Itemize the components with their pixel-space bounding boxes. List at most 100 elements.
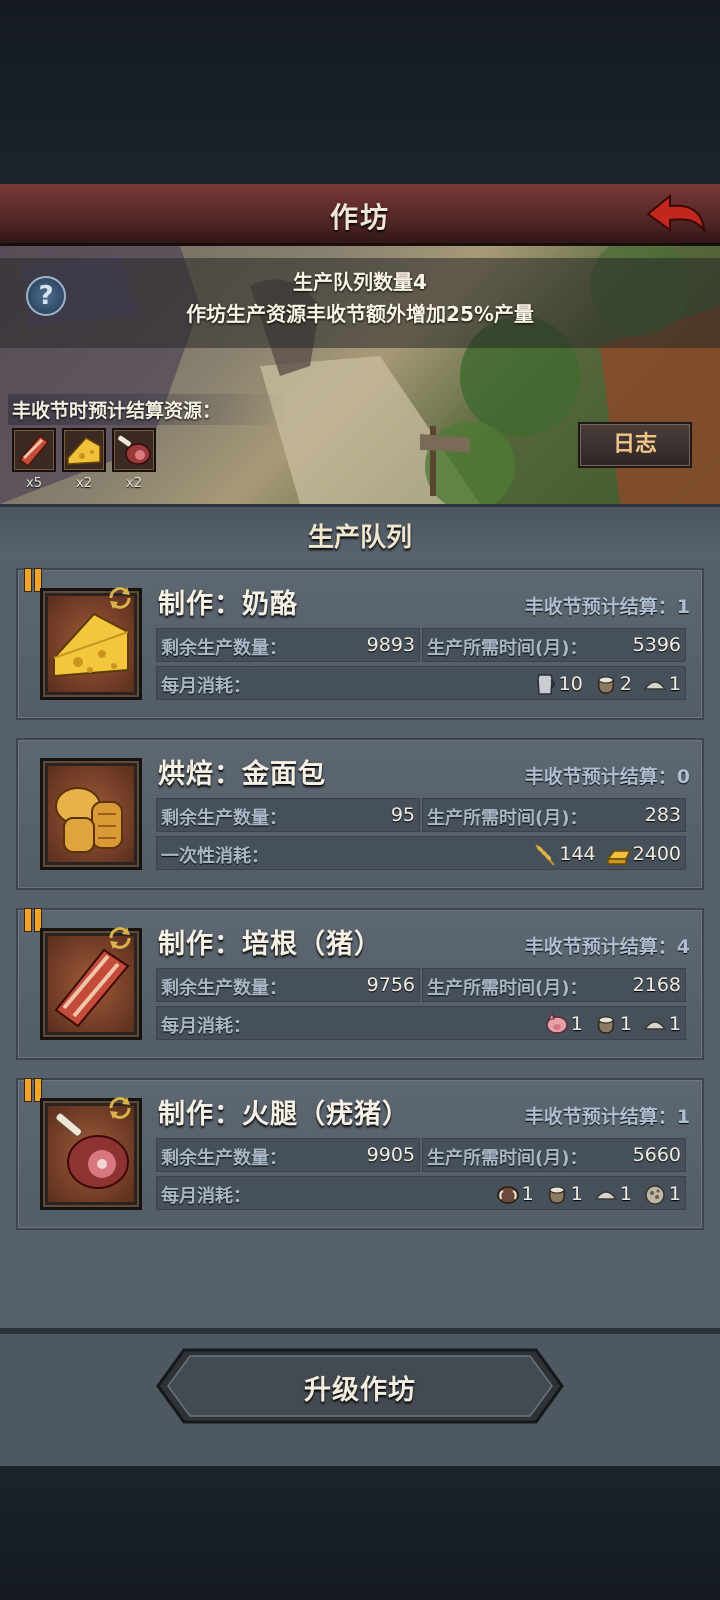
consume-spice: 1 [642, 1181, 681, 1207]
settle-count-ham: x2 [126, 476, 142, 491]
queue-header: 生产队列 [0, 504, 720, 558]
spice-pile-icon [645, 1185, 665, 1205]
consume-row: 每月消耗： 1 1 1 [156, 1006, 686, 1040]
consume-row: 每月消耗： 1 1 1 1 [156, 1176, 686, 1210]
cycle-icon [109, 1097, 131, 1119]
log-button[interactable]: 日志 [578, 422, 692, 468]
settle-count-bacon: x5 [26, 476, 42, 491]
bonus-text: 作坊生产资源丰收节额外增加25%产量 [186, 302, 534, 326]
ham-icon [118, 435, 151, 465]
settle-item-bacon[interactable] [12, 428, 56, 472]
remaining-label: 剩余生产数量： [161, 638, 287, 659]
time-label: 生产所需时间(月)： [427, 808, 588, 829]
gold-bar-icon [606, 850, 631, 865]
consume-row: 每月消耗： 10 2 1 [156, 666, 686, 700]
remaining-value: 95 [390, 804, 415, 826]
queue-card-bread[interactable]: 烘焙：金面包 丰收节预计结算：0 剩余生产数量： 95 生产所需时间(月)： 2… [16, 738, 704, 890]
settle-estimate: 丰收节预计结算：1 [524, 596, 690, 618]
consume-label: 一次性消耗： [161, 846, 269, 867]
workshop-scene: 生产队列数量4 作坊生产资源丰收节额外增加25%产量 ? 丰收节时预计结算资源：… [0, 246, 720, 504]
settle-estimate: 丰收节预计结算：1 [524, 1106, 690, 1128]
remaining-row: 剩余生产数量： 9893 [156, 628, 420, 662]
powder-pile-icon [594, 1191, 618, 1200]
remaining-label: 剩余生产数量： [161, 1148, 287, 1169]
remaining-value: 9893 [366, 634, 415, 656]
cycle-icon [109, 587, 131, 609]
consume-label: 每月消耗： [161, 676, 251, 697]
consume-list: 144 2400 [522, 840, 681, 868]
settle-resources-label: 丰收节时预计结算资源： [8, 394, 288, 425]
queue-card-bacon[interactable]: 制作：培根（猪） 丰收节预计结算：4 剩余生产数量： 9756 生产所需时间(月… [16, 908, 704, 1060]
settle-estimate: 丰收节预计结算：4 [524, 936, 690, 958]
wheat-icon [535, 844, 556, 866]
time-label: 生产所需时间(月)： [427, 978, 588, 999]
consume-warthog: 1 [495, 1181, 534, 1207]
back-button[interactable] [644, 190, 708, 238]
time-value: 2168 [632, 974, 681, 996]
consume-gold: 2400 [606, 841, 681, 867]
help-button[interactable]: ? [26, 276, 66, 316]
time-row: 生产所需时间(月)： 2168 [422, 968, 686, 1002]
consume-label: 每月消耗： [161, 1186, 251, 1207]
settle-estimate: 丰收节预计结算：0 [524, 766, 690, 788]
warthog-icon [496, 1186, 519, 1204]
cycle-icon [109, 927, 131, 949]
cheese-icon [67, 437, 101, 465]
remaining-value: 9756 [366, 974, 415, 996]
time-value: 5660 [632, 1144, 681, 1166]
remaining-label: 剩余生产数量： [161, 808, 287, 829]
salt-sack-icon [548, 1186, 565, 1204]
pig-icon [545, 1012, 568, 1034]
bottom-bar: 升级作坊 [0, 1328, 720, 1466]
title-bar: 作坊 [0, 184, 720, 246]
consume-row: 一次性消耗： 144 2400 [156, 836, 686, 870]
time-label: 生产所需时间(月)： [427, 1148, 588, 1169]
consume-milk: 10 [532, 671, 583, 697]
bacon-icon [18, 434, 50, 468]
time-row: 生产所需时间(月)： 283 [422, 798, 686, 832]
workshop-panel: 作坊 生产队列数量4 作坊生产资源丰收节额外增加25%产量 ? 丰收节时预计结算… [0, 184, 720, 1466]
consume-wheat: 144 [532, 841, 596, 867]
consume-powder: 1 [642, 671, 681, 697]
consume-powder: 1 [642, 1011, 681, 1037]
page-title: 作坊 [329, 201, 390, 234]
consume-label: 每月消耗： [161, 1016, 251, 1037]
queue-count-text: 生产队列数量4 [293, 270, 427, 294]
salt-sack-icon [597, 676, 614, 694]
consume-pig: 1 [544, 1011, 583, 1037]
queue-item-title: 制作：火腿（疣猪） [158, 1099, 410, 1130]
production-queue: 制作：奶酪 丰收节预计结算：1 剩余生产数量： 9893 生产所需时间(月)： … [0, 558, 720, 1328]
queue-header-title: 生产队列 [307, 523, 412, 553]
queue-item-title: 制作：培根（猪） [158, 929, 382, 960]
time-label: 生产所需时间(月)： [427, 638, 588, 659]
time-value: 5396 [632, 634, 681, 656]
salt-sack-icon [597, 1016, 614, 1034]
remaining-row: 剩余生产数量： 9756 [156, 968, 420, 1002]
powder-pile-icon [643, 1021, 667, 1030]
milk-jug-icon [536, 674, 555, 695]
bread-icon [55, 787, 123, 853]
queue-item-title: 制作：奶酪 [158, 589, 298, 620]
upgrade-workshop-button[interactable]: 升级作坊 [156, 1348, 564, 1424]
consume-salt: 1 [593, 1011, 632, 1037]
consume-list: 1 1 1 1 [485, 1180, 681, 1208]
settle-item-cheese[interactable] [62, 428, 106, 472]
item-frame [40, 758, 142, 870]
queue-card-cheese[interactable]: 制作：奶酪 丰收节预计结算：1 剩余生产数量： 9893 生产所需时间(月)： … [16, 568, 704, 720]
time-row: 生产所需时间(月)： 5660 [422, 1138, 686, 1172]
consume-list: 10 2 1 [522, 670, 681, 698]
remaining-row: 剩余生产数量： 95 [156, 798, 420, 832]
queue-card-ham[interactable]: 制作：火腿（疣猪） 丰收节预计结算：1 剩余生产数量： 9905 生产所需时间(… [16, 1078, 704, 1230]
time-value: 283 [644, 804, 681, 826]
consume-salt: 1 [544, 1181, 583, 1207]
queue-item-title: 烘焙：金面包 [158, 759, 326, 790]
settle-count-cheese: x2 [76, 476, 92, 491]
remaining-row: 剩余生产数量： 9905 [156, 1138, 420, 1172]
time-row: 生产所需时间(月)： 5396 [422, 628, 686, 662]
settle-item-ham[interactable] [112, 428, 156, 472]
remaining-label: 剩余生产数量： [161, 978, 287, 999]
powder-pile-icon [643, 681, 667, 690]
consume-powder: 1 [593, 1181, 632, 1207]
back-arrow-icon [646, 193, 706, 234]
remaining-value: 9905 [366, 1144, 415, 1166]
